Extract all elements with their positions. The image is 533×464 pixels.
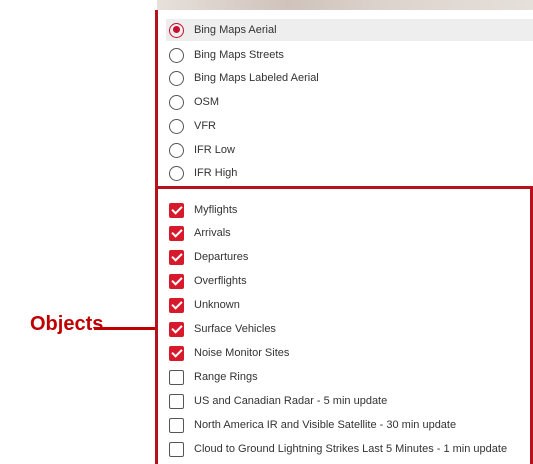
checkbox[interactable] (169, 345, 184, 361)
objects-callout-line (94, 327, 156, 330)
basemap-option-bing-aerial[interactable]: Bing Maps Aerial (166, 19, 533, 41)
checkbox[interactable] (169, 297, 184, 313)
objects-checkbox-group: Myflights Arrivals Departures Overflight… (158, 186, 533, 464)
checkbox[interactable] (169, 417, 184, 433)
checkbox[interactable] (169, 249, 184, 265)
objects-callout-label: Objects (30, 313, 104, 335)
object-option-label: Cloud to Ground Lightning Strikes Last 5… (194, 443, 508, 455)
basemap-option-label: VFR (194, 120, 216, 132)
radio-button[interactable] (169, 142, 184, 158)
checkbox[interactable] (169, 321, 184, 337)
basemap-option-label: IFR High (194, 167, 238, 179)
basemap-option-osm[interactable]: OSM (166, 91, 533, 113)
object-option-lightning[interactable]: Cloud to Ground Lightning Strikes Last 5… (166, 438, 530, 460)
basemap-option-bing-labeled-aerial[interactable]: Bing Maps Labeled Aerial (166, 67, 533, 89)
layers-panel: Bing Maps Aerial Bing Maps Streets Bing … (155, 10, 533, 464)
object-option-label: Myflights (194, 204, 238, 216)
basemap-option-label: IFR Low (194, 144, 235, 156)
radio-button[interactable] (169, 70, 184, 86)
radio-button[interactable] (169, 47, 184, 63)
checkbox[interactable] (169, 273, 184, 289)
object-option-surface-vehicles[interactable]: Surface Vehicles (166, 318, 530, 340)
object-option-noise-monitor-sites[interactable]: Noise Monitor Sites (166, 342, 530, 364)
basemap-option-bing-streets[interactable]: Bing Maps Streets (166, 44, 533, 66)
object-option-label: Arrivals (194, 227, 231, 239)
checkbox[interactable] (169, 202, 184, 218)
object-option-range-rings[interactable]: Range Rings (166, 366, 530, 388)
basemap-option-label: OSM (194, 96, 220, 108)
radio-button[interactable] (169, 165, 184, 181)
object-option-label: North America IR and Visible Satellite -… (194, 419, 457, 431)
basemap-option-ifr-low[interactable]: IFR Low (166, 139, 533, 161)
checkbox[interactable] (169, 393, 184, 409)
checkbox[interactable] (169, 225, 184, 241)
object-option-radar[interactable]: US and Canadian Radar - 5 min update (166, 390, 530, 412)
object-option-label: Range Rings (194, 371, 258, 383)
object-option-label: Noise Monitor Sites (194, 347, 290, 359)
object-option-label: Overflights (194, 275, 247, 287)
object-option-label: Departures (194, 251, 249, 263)
basemap-option-label: Bing Maps Streets (194, 49, 284, 61)
basemap-option-ifr-high[interactable]: IFR High (166, 162, 533, 184)
checkbox[interactable] (169, 441, 184, 457)
object-option-arrivals[interactable]: Arrivals (166, 222, 530, 244)
object-option-satellite[interactable]: North America IR and Visible Satellite -… (166, 414, 530, 436)
object-option-overflights[interactable]: Overflights (166, 270, 530, 292)
object-option-label: US and Canadian Radar - 5 min update (194, 395, 388, 407)
radio-button[interactable] (169, 118, 184, 134)
basemap-option-vfr[interactable]: VFR (166, 115, 533, 137)
basemap-option-label: Bing Maps Aerial (194, 24, 277, 36)
object-option-label: Unknown (194, 299, 240, 311)
radio-button[interactable] (169, 94, 184, 110)
basemap-radio-group: Bing Maps Aerial Bing Maps Streets Bing … (158, 10, 533, 188)
object-option-label: Surface Vehicles (194, 323, 276, 335)
object-option-departures[interactable]: Departures (166, 246, 530, 268)
radio-button[interactable] (169, 22, 184, 38)
basemap-option-label: Bing Maps Labeled Aerial (194, 72, 319, 84)
object-option-myflights[interactable]: Myflights (166, 199, 530, 221)
checkbox[interactable] (169, 369, 184, 385)
object-option-unknown[interactable]: Unknown (166, 294, 530, 316)
